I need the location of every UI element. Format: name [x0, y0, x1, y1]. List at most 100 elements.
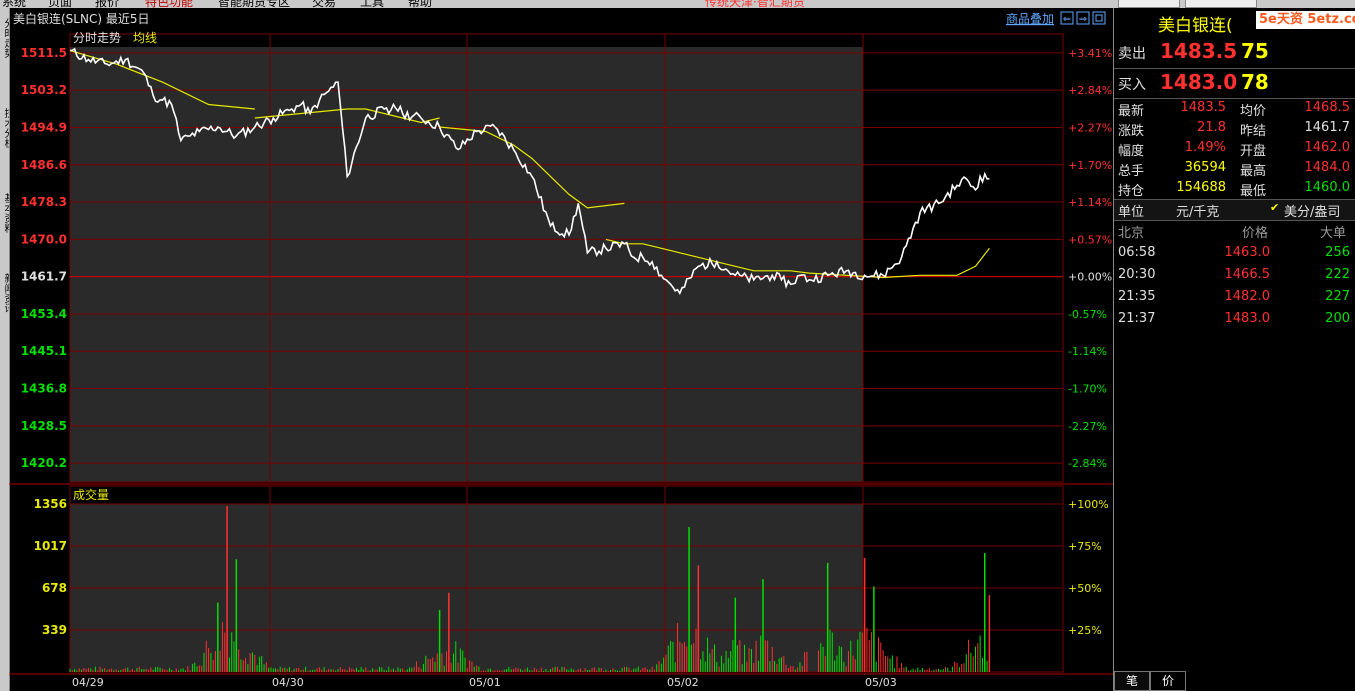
overlay-button[interactable]: 商品叠加: [1006, 11, 1054, 26]
stat-label: 最新: [1118, 104, 1145, 119]
unit-alt[interactable]: 美分/盎司: [1284, 201, 1340, 220]
price-axis: 1511.5 1503.2 1494.9 1486.6 1478.3 1470.0 1461…: [21, 46, 67, 470]
tick-price: 1483.0: [1224, 311, 1271, 326]
menu-item-futures-zone[interactable]: 智能期货专区: [218, 0, 290, 8]
tick-price: 1463.0: [1224, 245, 1271, 260]
unit-bar: 单位 元/千克 ✔ 美分/盎司: [1114, 199, 1355, 221]
stat-value: 154688: [1176, 180, 1226, 195]
volume-tick-label: 678: [42, 581, 67, 595]
stat-value: 1468.5: [1304, 100, 1351, 115]
stat-label: 昨结: [1240, 124, 1267, 139]
restore-icon[interactable]: [1092, 11, 1106, 25]
check-icon: ✔: [1270, 201, 1280, 214]
menu-item-system[interactable]: 系统: [2, 0, 26, 8]
volume-pct-label: +75%: [1068, 540, 1102, 553]
sell-label: 卖出: [1118, 46, 1146, 62]
percent-tick-label: +2.27%: [1068, 121, 1112, 134]
tick-time: 21:37: [1118, 311, 1156, 326]
tab-jia[interactable]: 价: [1150, 671, 1186, 691]
quote-title: 美白银连(: [1158, 16, 1233, 36]
price-tick-label: 1445.1: [21, 344, 67, 358]
volume-tick-label: 1356: [34, 497, 67, 511]
volume-tick-label: 339: [42, 623, 67, 637]
percent-tick-label: +3.41%: [1068, 47, 1112, 60]
menu-item-trade[interactable]: 交易: [312, 0, 336, 8]
stat-value: 1.49%: [1184, 140, 1226, 155]
stat-label: 均价: [1240, 104, 1267, 119]
menu-marquee: 传统天津·智汇期货: [705, 0, 805, 8]
tick-volume: 227: [1325, 289, 1350, 304]
stat-label: 最低: [1240, 184, 1267, 199]
tick-time: 06:58: [1118, 245, 1156, 260]
unit-label: 单位: [1118, 205, 1145, 220]
percent-tick-label: +1.70%: [1068, 159, 1112, 172]
volume-pct-label: +50%: [1068, 582, 1102, 595]
tick-header-time: 北京: [1118, 226, 1145, 241]
price-tick-label: 1470.0: [21, 232, 67, 246]
tick-time: 20:30: [1118, 267, 1156, 282]
price-tick-label: 1436.8: [21, 382, 67, 396]
tick-volume: 256: [1325, 245, 1350, 260]
menu-item-tools[interactable]: 工具: [360, 0, 384, 8]
date-tick-label: 05/02: [667, 676, 699, 689]
date-tick-label: 05/03: [865, 676, 897, 689]
toolbar-button-b[interactable]: [1185, 0, 1257, 8]
brand-logo: 5e天资 5etz.com: [1256, 11, 1355, 29]
menu-item-page[interactable]: 页面: [48, 0, 72, 8]
tick-price: 1466.5: [1224, 267, 1271, 282]
unit-value[interactable]: 元/千克: [1176, 201, 1219, 220]
percent-tick-label: -2.27%: [1068, 420, 1107, 433]
tick-price: 1482.0: [1224, 289, 1271, 304]
sell-price: 1483.5: [1160, 39, 1238, 63]
subtitle-intraday: 分时走势: [73, 31, 121, 45]
volume-tick-label: 1017: [34, 539, 67, 553]
svg-text:⇐: ⇐: [1063, 14, 1071, 25]
quote-title-bar: 美白银连( 5e天资 5etz.com: [1114, 8, 1355, 36]
percent-axis: +3.41% +2.84% +2.27% +1.70% +1.14% +0.57% +0.0…: [1068, 47, 1112, 470]
price-tick-label: 1511.5: [21, 46, 67, 60]
stat-label: 涨跌: [1118, 124, 1145, 139]
percent-tick-label: -1.70%: [1068, 383, 1107, 396]
date-tick-label: 05/01: [469, 676, 501, 689]
volume-pct-label: +100%: [1068, 498, 1109, 511]
price-tick-label: 1428.5: [21, 419, 67, 433]
window-controls: ⇐ ⇒: [1060, 11, 1106, 25]
percent-tick-label: -2.84%: [1068, 457, 1107, 470]
stat-label: 持仓: [1118, 184, 1145, 199]
sell-volume: 75: [1241, 39, 1269, 63]
intraday-chart: 美白银连(SLNC) 最近5日 商品叠加 ⇐ ⇒ 1511.5 1503.2 149…: [9, 11, 1113, 689]
price-tick-label: 1453.4: [21, 307, 67, 321]
menu-item-special[interactable]: 特色功能: [145, 0, 193, 8]
percent-tick-label: -1.14%: [1068, 345, 1107, 358]
buy-price: 1483.0: [1160, 70, 1238, 94]
menu-bar: 系统 页面 报价 特色功能 智能期货专区 交易 工具 帮助 传统天津·智汇期货: [0, 0, 1355, 8]
date-tick-label: 04/29: [72, 676, 104, 689]
stat-label: 开盘: [1240, 144, 1267, 159]
stat-value: 1461.7: [1304, 120, 1351, 135]
tick-header-vol: 大单: [1320, 226, 1347, 241]
stat-value: 36594: [1184, 160, 1226, 175]
toolbar-button-a[interactable]: [1118, 0, 1180, 8]
chart-title: 美白银连(SLNC) 最近5日: [13, 11, 149, 26]
buy-volume: 78: [1241, 70, 1269, 94]
date-axis: 04/29 04/30 05/01 05/02 05/03: [72, 676, 897, 689]
price-tick-label: 1503.2: [21, 83, 67, 97]
stat-value: 1484.0: [1304, 160, 1351, 175]
stat-label: 总手: [1118, 164, 1145, 179]
menu-item-quote[interactable]: 报价: [95, 0, 119, 8]
tab-bi[interactable]: 笔: [1114, 671, 1150, 691]
subtitle-avg: 均线: [133, 31, 157, 45]
menu-item-help[interactable]: 帮助: [408, 0, 432, 8]
volume-pct-label: +25%: [1068, 624, 1102, 637]
stat-value: 1462.0: [1304, 140, 1351, 155]
price-tick-label: 1494.9: [21, 120, 67, 134]
volume-label: 成交量: [73, 487, 109, 502]
percent-tick-label: +2.84%: [1068, 84, 1112, 97]
stat-label: 幅度: [1118, 144, 1145, 159]
buy-label: 买入: [1118, 77, 1146, 93]
stat-value: 21.8: [1197, 120, 1226, 135]
stat-label: 最高: [1240, 164, 1267, 179]
percent-tick-label: +0.00%: [1068, 271, 1112, 284]
price-tick-label: 1461.7: [21, 270, 67, 284]
stat-value: 1483.5: [1180, 100, 1227, 115]
